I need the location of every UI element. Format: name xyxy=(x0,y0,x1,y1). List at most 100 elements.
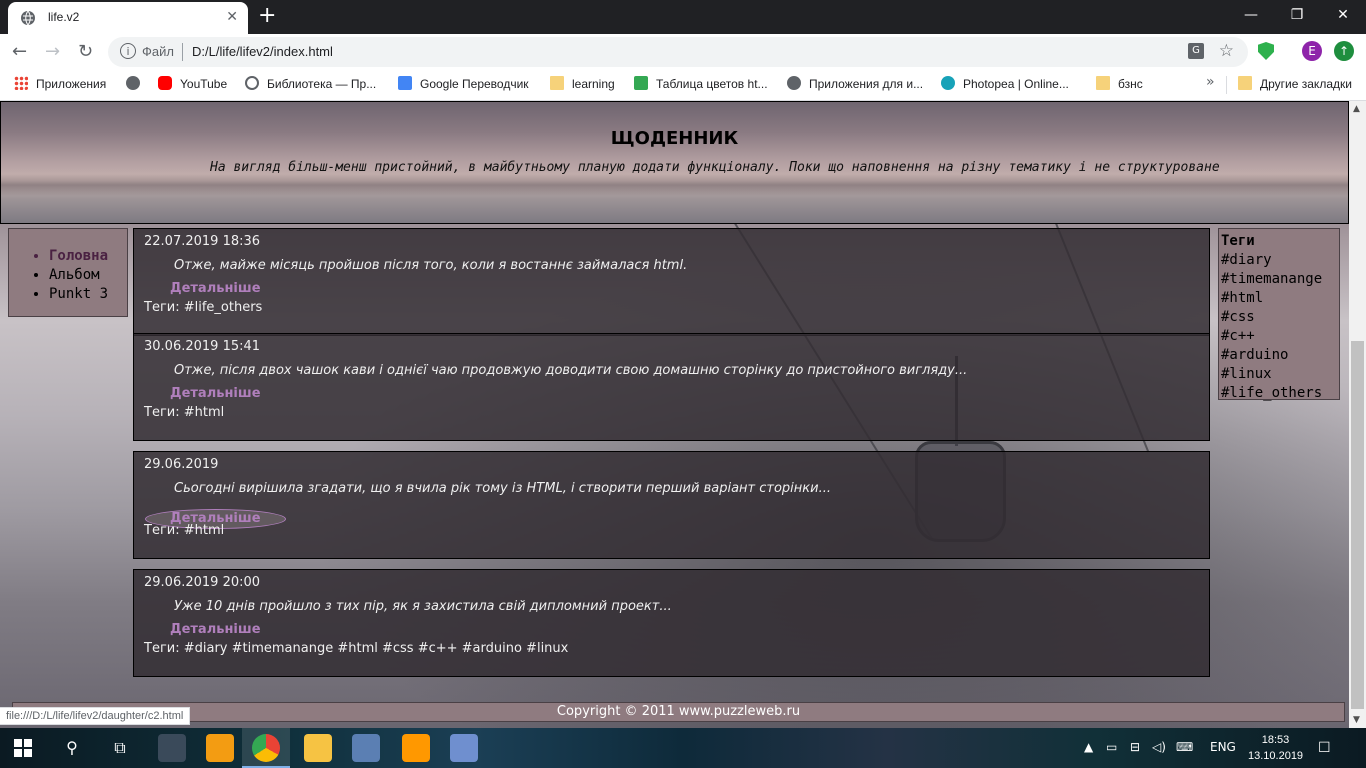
tag-link[interactable]: #linux xyxy=(1221,365,1339,384)
puzzle-icon xyxy=(634,76,648,90)
clock-time: 18:53 xyxy=(1261,734,1290,746)
nav-item-punkt-3[interactable]: Punkt 3 xyxy=(49,285,127,304)
globe-icon xyxy=(21,10,35,26)
page-scrollbar[interactable]: ▲ ▼ xyxy=(1349,101,1366,728)
scrollbar-thumb[interactable] xyxy=(1351,341,1364,709)
tag-link[interactable]: #life_others xyxy=(1221,384,1339,403)
tray-overflow-icon[interactable]: ▲ xyxy=(1084,740,1093,754)
post-tags[interactable]: Теги: #html xyxy=(144,405,224,420)
nav-item-album[interactable]: Альбом xyxy=(49,266,127,285)
photopea-icon xyxy=(941,76,955,90)
bookmark-apps[interactable]: Приложения xyxy=(14,76,106,91)
page-title: ЩОДЕННИК xyxy=(610,128,739,149)
system-clock[interactable]: 18:53 13.10.2019 xyxy=(1248,732,1303,764)
post-excerpt: Отже, майже місяць пройшов після того, к… xyxy=(174,258,688,273)
blog-post: 30.06.2019 15:41 Отже, після двох чашок … xyxy=(133,333,1210,441)
bookmark-apps-for[interactable]: Приложения для и... xyxy=(787,76,923,91)
post-excerpt: Отже, після двох чашок кави і однієї чаю… xyxy=(174,363,968,378)
clock-date: 13.10.2019 xyxy=(1248,750,1304,762)
tab-strip: life.v2 ✕ + — ❐ ✕ xyxy=(0,0,1366,34)
tag-link[interactable]: #arduino xyxy=(1221,346,1339,365)
post-date: 22.07.2019 18:36 xyxy=(144,234,261,249)
folder-icon xyxy=(1096,76,1110,90)
close-window-button[interactable]: ✕ xyxy=(1320,0,1366,30)
restore-button[interactable]: ❐ xyxy=(1274,0,1320,30)
translate-icon[interactable]: G xyxy=(1188,43,1204,59)
bookmark-library[interactable]: Библиотека — Пр... xyxy=(245,76,376,91)
blog-post: 22.07.2019 18:36 Отже, майже місяць прой… xyxy=(133,228,1210,336)
bookmarks-divider xyxy=(1226,76,1227,94)
bookmark-google-translate[interactable]: Google Переводчик xyxy=(398,76,529,91)
youtube-icon xyxy=(158,76,172,90)
reload-button[interactable]: ↻ xyxy=(78,42,93,62)
windows-taskbar: ⚲ ⧉ ▲ ▭ ⊟ ◁) ⌨ ENG 18:53 13.10.2019 ☐ xyxy=(0,728,1366,768)
bookmark-photopea[interactable]: Photopea | Online... xyxy=(941,76,1069,91)
windows-start-icon[interactable] xyxy=(14,739,32,757)
battery-icon[interactable]: ▭ xyxy=(1106,740,1117,754)
post-tags[interactable]: Теги: #html xyxy=(144,523,224,538)
update-icon[interactable]: ↑ xyxy=(1334,41,1354,61)
info-icon[interactable]: i xyxy=(120,43,136,59)
close-tab-icon[interactable]: ✕ xyxy=(226,9,238,25)
tag-link[interactable]: #html xyxy=(1221,289,1339,308)
read-more-link[interactable]: Детальніше xyxy=(170,386,261,401)
forward-button[interactable]: → xyxy=(45,42,60,62)
bookmarks-overflow-button[interactable]: » xyxy=(1206,74,1215,90)
read-more-link[interactable]: Детальніше xyxy=(170,281,261,296)
globe-icon xyxy=(787,76,801,90)
search-tool-icon[interactable] xyxy=(352,734,380,762)
page-header: ЩОДЕННИК На вигляд більш-менш пристойний… xyxy=(0,101,1349,224)
post-excerpt: Сьогодні вирішила згадати, що я вчила рі… xyxy=(174,481,831,496)
profile-avatar[interactable]: E xyxy=(1302,41,1322,61)
tag-link[interactable]: #timemanange xyxy=(1221,270,1339,289)
tag-link[interactable]: #c++ xyxy=(1221,327,1339,346)
bookmark-star-icon[interactable]: ☆ xyxy=(1219,41,1234,61)
chrome-icon[interactable] xyxy=(252,734,280,762)
bookmarks-bar: Приложения YouTube Библиотека — Пр... Go… xyxy=(0,70,1366,101)
scroll-up-icon[interactable]: ▲ xyxy=(1353,104,1360,114)
main-nav: Головна Альбом Punkt 3 xyxy=(8,228,128,317)
other-bookmarks[interactable]: Другие закладки xyxy=(1238,76,1352,91)
browser-toolbar: ← → ↻ i Файл D:/L/life/lifev2/index.html… xyxy=(0,34,1366,70)
blog-post: 29.06.2019 20:00 Уже 10 днів пройшло з т… xyxy=(133,569,1210,677)
scroll-down-icon[interactable]: ▼ xyxy=(1353,715,1360,725)
read-more-link[interactable]: Детальніше xyxy=(170,622,261,637)
tag-link[interactable]: #css xyxy=(1221,308,1339,327)
post-date: 30.06.2019 15:41 xyxy=(144,339,261,354)
volume-icon[interactable]: ◁) xyxy=(1152,740,1166,754)
task-view-icon[interactable]: ⧉ xyxy=(100,732,140,764)
sublime-text-icon[interactable] xyxy=(402,734,430,762)
language-indicator[interactable]: ENG xyxy=(1210,740,1236,754)
search-icon[interactable]: ⚲ xyxy=(52,732,92,764)
url-text[interactable]: D:/L/life/lifev2/index.html xyxy=(192,44,333,59)
blog-post: 29.06.2019 Сьогодні вирішила згадати, що… xyxy=(133,451,1210,559)
post-date: 29.06.2019 xyxy=(144,457,219,472)
scheme-label: Файл xyxy=(142,44,174,59)
nfs-icon[interactable] xyxy=(158,734,186,762)
bookmark-globe[interactable] xyxy=(126,76,148,91)
bookmark-bzns[interactable]: бзнс xyxy=(1096,76,1143,91)
nav-item-home[interactable]: Головна xyxy=(49,247,127,266)
paint-icon[interactable] xyxy=(450,734,478,762)
back-button[interactable]: ← xyxy=(12,42,27,62)
notifications-icon[interactable]: ☐ xyxy=(1318,740,1331,756)
address-bar[interactable]: i Файл D:/L/life/lifev2/index.html G ☆ xyxy=(108,37,1248,67)
tag-link[interactable]: #diary xyxy=(1221,251,1339,270)
browser-tab[interactable]: life.v2 ✕ xyxy=(8,2,248,34)
new-tab-button[interactable]: + xyxy=(258,4,276,28)
bookmark-color-table[interactable]: Таблица цветов ht... xyxy=(634,76,768,91)
bookmark-learning[interactable]: learning xyxy=(550,76,615,91)
bookmark-youtube[interactable]: YouTube xyxy=(158,76,227,91)
post-tags[interactable]: Теги: #life_others xyxy=(144,300,262,315)
minimize-button[interactable]: — xyxy=(1228,0,1274,30)
file-explorer-icon[interactable] xyxy=(304,734,332,762)
post-tags[interactable]: Теги: #diary #timemanange #html #css #c+… xyxy=(144,641,568,656)
video-player-icon[interactable] xyxy=(206,734,234,762)
library-icon xyxy=(245,76,259,90)
apps-grid-icon xyxy=(14,76,28,90)
keyboard-icon[interactable]: ⌨ xyxy=(1176,740,1193,754)
tags-heading: Теги xyxy=(1221,233,1255,249)
tags-panel: Теги #diary #timemanange #html #css #c++… xyxy=(1218,228,1340,403)
tab-title: life.v2 xyxy=(48,10,80,24)
network-icon[interactable]: ⊟ xyxy=(1130,740,1140,754)
